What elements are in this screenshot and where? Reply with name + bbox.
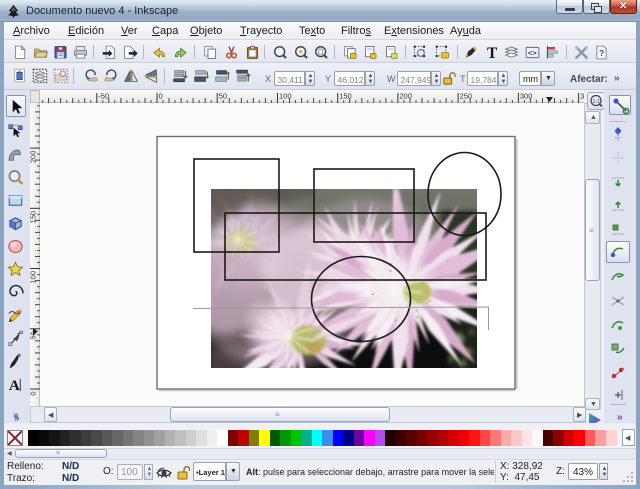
svg-text:0: 0: [30, 392, 38, 396]
svg-text:<>: <>: [528, 48, 537, 57]
svg-text:50: 50: [219, 92, 227, 101]
svg-text:?: ?: [599, 48, 604, 58]
svg-text:200: 200: [30, 151, 38, 164]
svg-text:1:1: 1:1: [593, 99, 601, 105]
svg-text:-50: -50: [98, 92, 109, 101]
svg-text:A: A: [9, 377, 20, 394]
svg-text:0: 0: [159, 92, 163, 101]
svg-text:150: 150: [30, 211, 38, 224]
svg-text:100: 100: [30, 271, 38, 284]
svg-text:T: T: [487, 45, 497, 61]
svg-text:350: 350: [580, 92, 584, 101]
